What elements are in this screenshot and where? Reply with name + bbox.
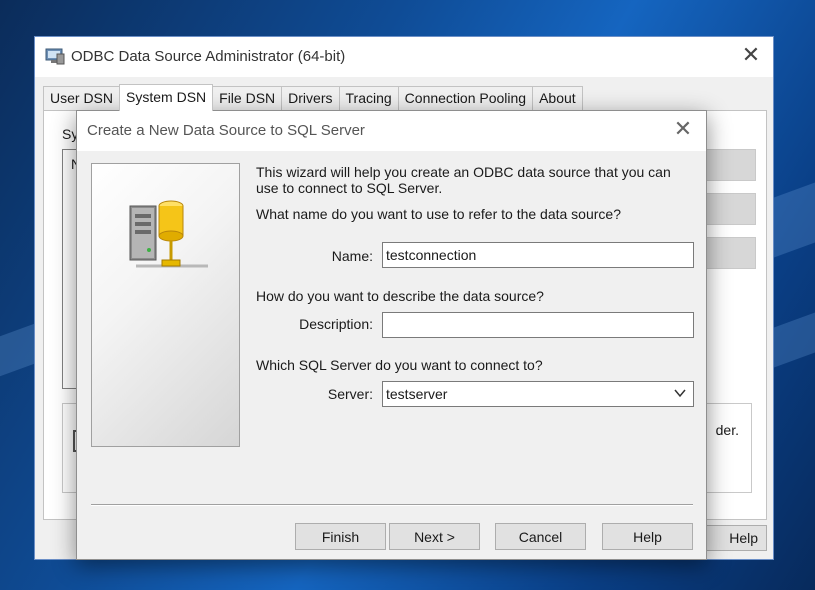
wizard-intro-text: This wizard will help you create an ODBC…: [256, 164, 671, 196]
create-data-source-dialog: Create a New Data Source to SQL Server ✕…: [76, 110, 707, 560]
name-input[interactable]: [382, 242, 694, 268]
info-box-text: der.: [715, 422, 739, 438]
tab-tracing[interactable]: Tracing: [338, 86, 399, 110]
tab-about[interactable]: About: [532, 86, 583, 110]
dialog-separator: [91, 504, 693, 506]
odbc-admin-titlebar: ODBC Data Source Administrator (64-bit) …: [35, 37, 773, 77]
server-select[interactable]: testserver: [382, 381, 694, 407]
name-question: What name do you want to use to refer to…: [256, 206, 621, 222]
close-icon[interactable]: ✕: [741, 44, 761, 66]
server-question: Which SQL Server do you want to connect …: [256, 357, 543, 373]
desktop-light-streak: [774, 182, 815, 258]
tab-user-dsn[interactable]: User DSN: [43, 86, 121, 110]
cancel-button[interactable]: Cancel: [495, 523, 586, 550]
tab-system-dsn[interactable]: System DSN: [119, 84, 214, 111]
close-icon[interactable]: ✕: [672, 118, 694, 141]
name-label: Name:: [331, 248, 373, 264]
chevron-down-icon[interactable]: [673, 386, 687, 400]
database-server-icon: [129, 200, 208, 268]
description-input[interactable]: [382, 312, 694, 338]
server-select-value: testserver: [386, 386, 448, 402]
server-label: Server:: [327, 386, 373, 402]
tab-connection-pooling[interactable]: Connection Pooling: [397, 86, 534, 110]
dialog-title: Create a New Data Source to SQL Server: [87, 122, 365, 139]
dialog-titlebar: Create a New Data Source to SQL Server ✕: [77, 111, 706, 151]
admin-help-label: Help: [729, 530, 758, 546]
odbc-admin-tabs: User DSN System DSN File DSN Drivers Tra…: [43, 84, 583, 111]
next-button[interactable]: Next >: [389, 523, 480, 550]
description-label: Description:: [299, 316, 373, 332]
help-button[interactable]: Help: [602, 523, 693, 550]
odbc-admin-title: ODBC Data Source Administrator (64-bit): [71, 48, 346, 65]
describe-question: How do you want to describe the data sou…: [256, 288, 544, 304]
desktop-light-streak: [0, 323, 34, 377]
wizard-art-panel: [91, 163, 240, 447]
desktop-light-streak: [774, 312, 815, 368]
finish-button[interactable]: Finish: [295, 523, 386, 550]
tab-file-dsn[interactable]: File DSN: [212, 86, 283, 110]
tab-drivers[interactable]: Drivers: [281, 86, 340, 110]
odbc-app-icon: [45, 48, 65, 65]
